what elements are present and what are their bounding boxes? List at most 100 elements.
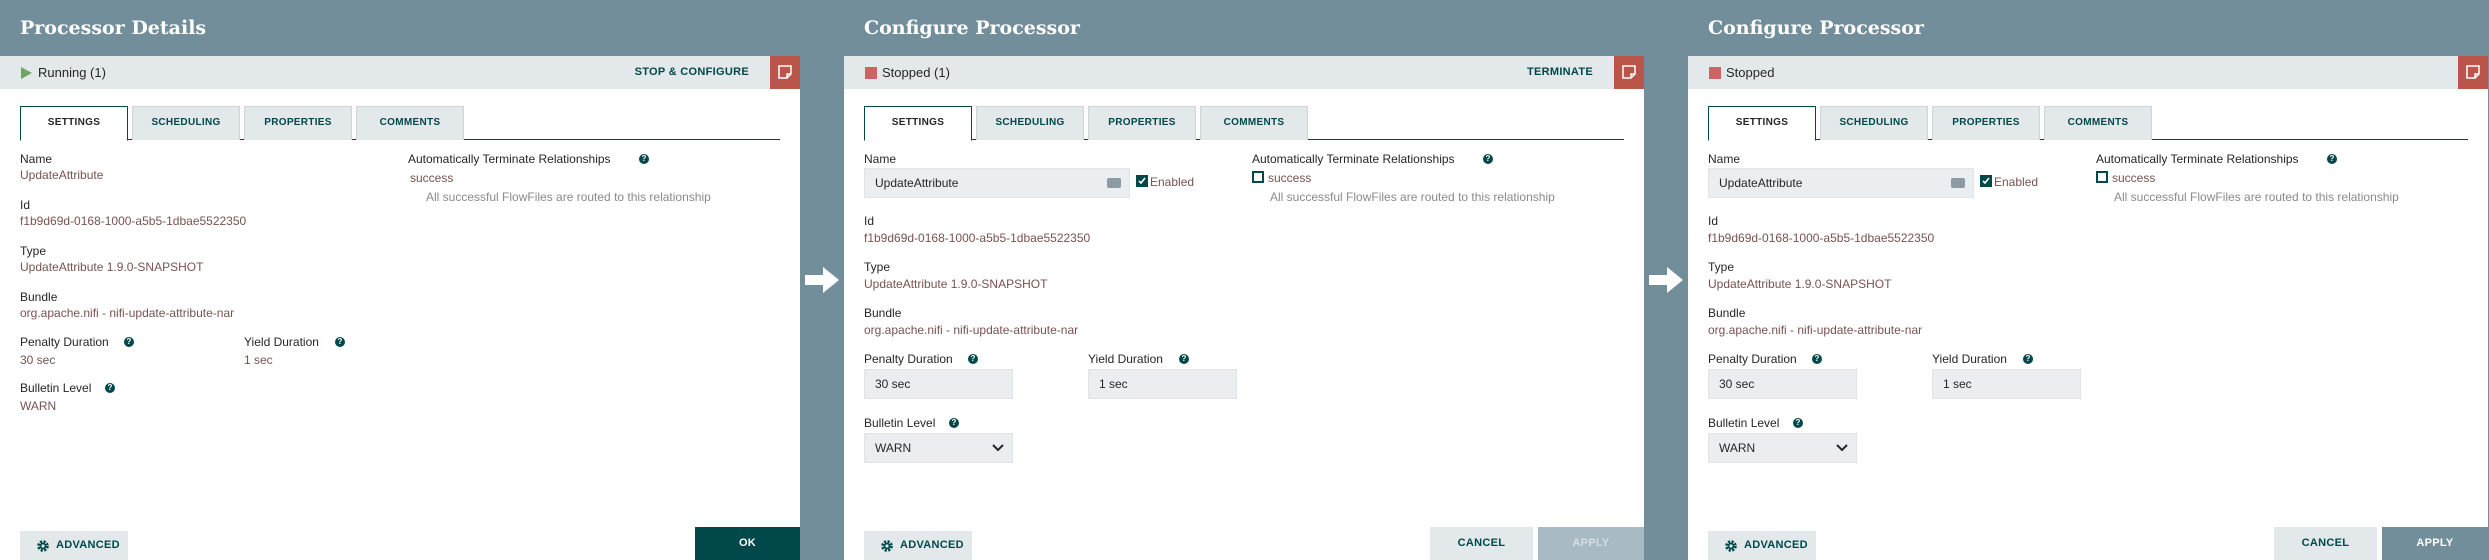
dialog-header: Processor Details — [0, 0, 800, 56]
configure-processor-dialog: Configure Processor Stopped SETTINGS SCH… — [1688, 0, 2488, 560]
tab-comments[interactable]: COMMENTS — [2044, 106, 2152, 140]
bulletin-button[interactable] — [1614, 56, 1644, 89]
processor-details-dialog: Processor Details Running (1) STOP & CON… — [0, 0, 800, 560]
bundle-label: Bundle — [1708, 306, 1746, 320]
penalty-duration-label: Penalty Duration — [20, 335, 109, 349]
bulletin-level-value: WARN — [20, 399, 57, 413]
yield-duration-value: 1 sec — [244, 353, 273, 367]
tab-properties[interactable]: PROPERTIES — [244, 106, 352, 140]
status-bar: Stopped (1) TERMINATE — [844, 56, 1644, 89]
name-input[interactable]: UpdateAttribute — [1708, 168, 1974, 198]
sticky-note-icon — [778, 65, 792, 79]
name-label: Name — [864, 152, 897, 166]
name-input-value: UpdateAttribute — [1719, 176, 1803, 190]
help-icon[interactable]: ? — [124, 337, 134, 347]
stop-icon — [1709, 66, 1721, 84]
bulletin-level-selected: WARN — [875, 441, 912, 455]
cancel-button[interactable]: CANCEL — [1430, 527, 1533, 560]
bulletin-button[interactable] — [2458, 56, 2488, 89]
auto-terminate-label: Automatically Terminate Relationships — [2096, 152, 2299, 166]
advanced-button-label: ADVANCED — [1744, 539, 1808, 551]
bulletin-level-select[interactable]: WARN — [1708, 433, 1857, 463]
tab-settings[interactable]: SETTINGS — [20, 106, 128, 141]
help-icon[interactable]: ? — [639, 154, 649, 164]
tab-bar: SETTINGS SCHEDULING PROPERTIES COMMENTS — [1708, 106, 2468, 141]
keyboard-icon — [1951, 178, 1965, 188]
auto-terminate-label: Automatically Terminate Relationships — [408, 152, 611, 166]
stop-and-configure-link[interactable]: STOP & CONFIGURE — [635, 66, 749, 78]
enabled-checkbox[interactable] — [1980, 175, 1992, 187]
sticky-note-icon — [2466, 65, 2480, 79]
bundle-label: Bundle — [20, 290, 58, 304]
gear-icon — [881, 540, 893, 552]
bulletin-level-select[interactable]: WARN — [864, 433, 1013, 463]
bulletin-button[interactable] — [770, 56, 800, 89]
enabled-label: Enabled — [1150, 175, 1195, 189]
advanced-button[interactable]: ADVANCED — [864, 531, 972, 560]
tab-properties[interactable]: PROPERTIES — [1088, 106, 1196, 140]
name-input-value: UpdateAttribute — [875, 176, 959, 190]
advanced-button-label: ADVANCED — [900, 539, 964, 551]
help-icon[interactable]: ? — [1812, 354, 1822, 364]
gear-icon — [37, 540, 49, 552]
help-icon[interactable]: ? — [335, 337, 345, 347]
bulletin-level-label: Bulletin Level — [20, 381, 92, 395]
help-icon[interactable]: ? — [1793, 418, 1803, 428]
advanced-button[interactable]: ADVANCED — [20, 531, 128, 560]
gear-icon — [1725, 540, 1737, 552]
tab-comments[interactable]: COMMENTS — [356, 106, 464, 140]
yield-duration-input[interactable]: 1 sec — [1088, 369, 1237, 399]
bulletin-level-label: Bulletin Level — [1708, 416, 1780, 430]
tab-bar: SETTINGS SCHEDULING PROPERTIES COMMENTS — [864, 106, 1624, 141]
name-label: Name — [1708, 152, 1741, 166]
tab-scheduling[interactable]: SCHEDULING — [976, 106, 1084, 140]
help-icon[interactable]: ? — [105, 383, 115, 393]
auto-terminate-label: Automatically Terminate Relationships — [1252, 152, 1455, 166]
relationship-name: success — [2112, 171, 2156, 185]
tab-comments[interactable]: COMMENTS — [1200, 106, 1308, 140]
type-label: Type — [1708, 260, 1735, 274]
type-value: UpdateAttribute 1.9.0-SNAPSHOT — [20, 260, 204, 274]
bulletin-level-selected: WARN — [1719, 441, 1756, 455]
tab-settings[interactable]: SETTINGS — [1708, 106, 1816, 141]
ok-button[interactable]: OK — [695, 527, 800, 560]
chevron-down-icon — [992, 444, 1004, 452]
apply-button[interactable]: APPLY — [1538, 527, 1644, 560]
id-label: Id — [20, 198, 31, 212]
help-icon[interactable]: ? — [949, 418, 959, 428]
yield-duration-label: Yield Duration — [1932, 352, 2007, 366]
enabled-checkbox[interactable] — [1136, 175, 1148, 187]
help-icon[interactable]: ? — [968, 354, 978, 364]
tab-scheduling[interactable]: SCHEDULING — [132, 106, 240, 140]
cancel-button[interactable]: CANCEL — [2274, 527, 2377, 560]
relationship-description: All successful FlowFiles are routed to t… — [2114, 190, 2399, 204]
check-icon — [1138, 177, 1146, 185]
apply-button[interactable]: APPLY — [2382, 527, 2488, 560]
id-label: Id — [1708, 214, 1719, 228]
run-status-text: Stopped — [1726, 65, 1775, 80]
help-icon[interactable]: ? — [1483, 154, 1493, 164]
dialog-header: Configure Processor — [1688, 0, 2488, 56]
help-icon[interactable]: ? — [2327, 154, 2337, 164]
terminate-link[interactable]: TERMINATE — [1527, 66, 1593, 78]
penalty-duration-input[interactable]: 30 sec — [1708, 369, 1857, 399]
tab-scheduling[interactable]: SCHEDULING — [1820, 106, 1928, 140]
relationship-name: success — [1268, 171, 1312, 185]
status-bar: Running (1) STOP & CONFIGURE — [0, 56, 800, 89]
type-label: Type — [864, 260, 891, 274]
name-input[interactable]: UpdateAttribute — [864, 168, 1130, 198]
dialog-title: Configure Processor — [1708, 17, 1924, 39]
configure-processor-dialog: Configure Processor Stopped (1) TERMINAT… — [844, 0, 1644, 560]
help-icon[interactable]: ? — [2023, 354, 2033, 364]
relationship-checkbox[interactable] — [1252, 171, 1264, 183]
tab-settings[interactable]: SETTINGS — [864, 106, 972, 141]
relationship-description: All successful FlowFiles are routed to t… — [1270, 190, 1555, 204]
penalty-duration-input[interactable]: 30 sec — [864, 369, 1013, 399]
keyboard-icon — [1107, 178, 1121, 188]
relationship-checkbox[interactable] — [2096, 171, 2108, 183]
help-icon[interactable]: ? — [1179, 354, 1189, 364]
yield-duration-input[interactable]: 1 sec — [1932, 369, 2081, 399]
advanced-button[interactable]: ADVANCED — [1708, 531, 1816, 560]
yield-duration-label: Yield Duration — [1088, 352, 1163, 366]
tab-properties[interactable]: PROPERTIES — [1932, 106, 2040, 140]
